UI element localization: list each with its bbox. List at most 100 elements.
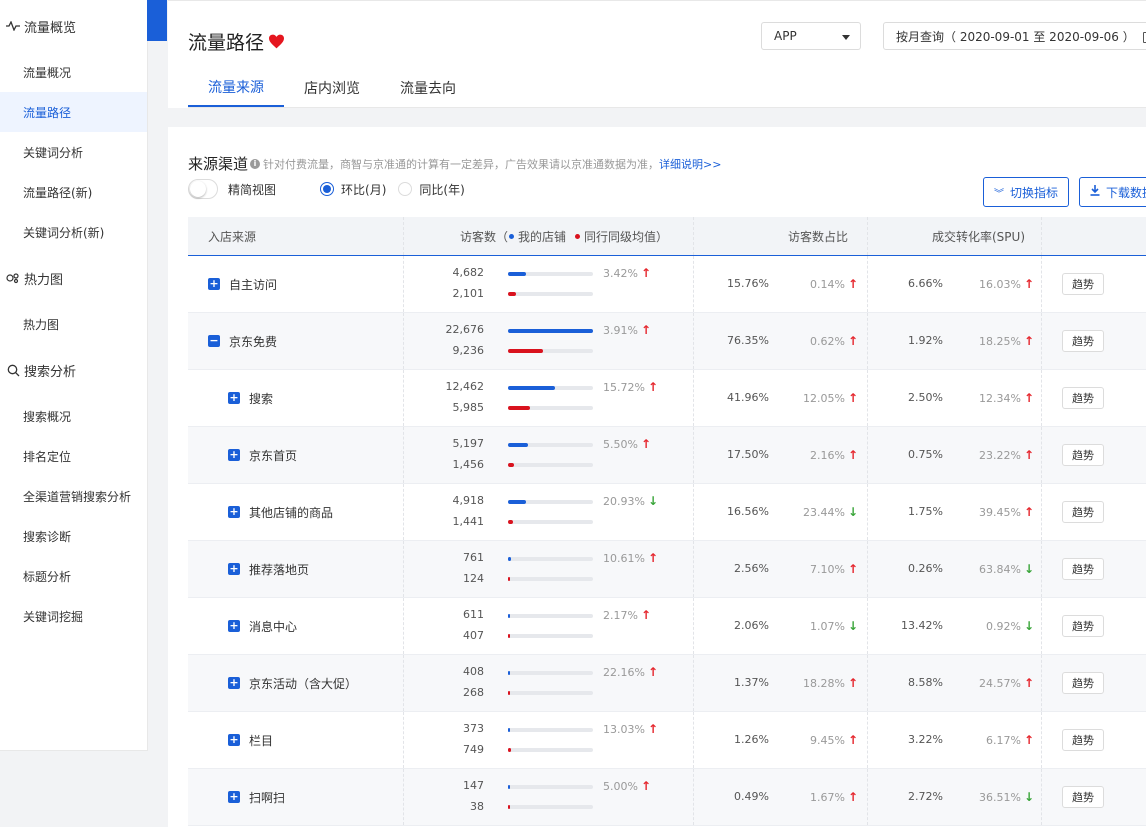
switch-metrics-label: 切换指标 <box>1010 185 1059 200</box>
sidebar-item[interactable]: 流量概况 <box>0 52 147 92</box>
visitor-change-value: 13.03% <box>603 722 645 736</box>
trend-button[interactable]: 趋势 <box>1062 330 1104 352</box>
arrow-down-icon: ↓ <box>1023 562 1034 576</box>
sidebar-collapse-handle[interactable] <box>147 0 167 41</box>
sidebar-item[interactable]: 搜索诊断 <box>0 516 147 556</box>
sidebar-item[interactable]: 排名定位 <box>0 436 147 476</box>
expand-plus-icon[interactable]: + <box>208 278 220 290</box>
peer-avg-bar <box>508 463 593 467</box>
expand-plus-icon[interactable]: + <box>228 620 240 632</box>
trend-button[interactable]: 趋势 <box>1062 615 1104 637</box>
my-shop-dot <box>509 233 515 239</box>
trend-button[interactable]: 趋势 <box>1062 558 1104 580</box>
visitor-change: 3.91% ↑ <box>603 323 651 337</box>
expand-plus-icon[interactable]: + <box>228 449 240 461</box>
conversion-rate: 8.58% <box>908 676 943 689</box>
collapse-minus-icon[interactable]: − <box>208 335 220 347</box>
share-change: 9.45% ↑ <box>788 733 858 747</box>
share-change-value: 1.67% <box>809 790 845 804</box>
sidebar-item[interactable]: 搜索概况 <box>0 396 147 436</box>
sidebar-item[interactable]: 关键词挖掘 <box>0 596 147 636</box>
my-shop-bar <box>508 386 593 390</box>
col-divider <box>693 484 694 540</box>
my-shop-visitors: 373 <box>463 722 484 735</box>
tab-1[interactable]: 店内浏览 <box>284 69 380 107</box>
conversion-change-value: 6.17% <box>985 733 1021 747</box>
detail-link[interactable]: 详细说明>> <box>659 156 721 172</box>
conversion-rate: 2.72% <box>908 790 943 803</box>
row-source: + 消息中心 <box>228 598 297 654</box>
my-shop-bar-fill <box>508 785 510 789</box>
download-icon <box>1090 185 1100 199</box>
sidebar-item[interactable]: 标题分析 <box>0 556 147 596</box>
yoy-radio[interactable] <box>398 182 413 196</box>
my-shop-visitors: 147 <box>463 779 484 792</box>
switch-metrics-button[interactable]: ︾ 切换指标 <box>983 177 1070 207</box>
tab-0[interactable]: 流量来源 <box>188 69 284 107</box>
sidebar-group-2[interactable]: 搜索分析 <box>0 344 147 396</box>
tab-2[interactable]: 流量去向 <box>380 69 476 107</box>
conversion-change: 16.03% ↑ <box>959 277 1034 291</box>
date-range-picker[interactable]: 按月查询（ 2020-09-01 至 2020-09-06 ） <box>883 22 1146 50</box>
expand-plus-icon[interactable]: + <box>228 506 240 518</box>
arrow-up-icon: ↑ <box>640 437 652 451</box>
header-conversion: 成交转化率(SPU) <box>932 229 1026 244</box>
sidebar-item[interactable]: 关键词分析 <box>0 132 147 172</box>
sidebar-item[interactable]: 关键词分析(新) <box>0 212 147 252</box>
sidebar-group-title: 搜索分析 <box>24 364 77 380</box>
row-source: + 搜索 <box>228 370 273 426</box>
table-row: + 自主访问 4,682 2,101 3.42% ↑ 15.76% 0.14% ↑ 6.66% 16… <box>188 256 1146 313</box>
sidebar-item[interactable]: 全渠道营销搜索分析 <box>0 476 147 516</box>
arrow-up-icon: ↑ <box>647 551 659 565</box>
trend-button[interactable]: 趋势 <box>1062 444 1104 466</box>
row-source-label: 自主访问 <box>229 277 278 292</box>
trend-button[interactable]: 趋势 <box>1062 786 1104 808</box>
col-divider <box>867 598 868 654</box>
peer-avg-bar-fill <box>508 805 510 809</box>
trend-button[interactable]: 趋势 <box>1062 501 1104 523</box>
simple-view-label: 精简视图 <box>228 182 277 197</box>
mom-radio[interactable] <box>320 182 335 196</box>
share-change-value: 2.16% <box>809 448 845 462</box>
sidebar-group-1[interactable]: 热力图 <box>0 252 147 304</box>
my-shop-visitors: 761 <box>463 551 484 564</box>
trend-button[interactable]: 趋势 <box>1062 387 1104 409</box>
platform-select[interactable]: APP <box>761 22 861 50</box>
expand-plus-icon[interactable]: + <box>228 734 240 746</box>
info-icon[interactable]: i <box>250 158 261 169</box>
sidebar-group-0[interactable]: 流量概览 <box>0 0 147 52</box>
expand-plus-icon[interactable]: + <box>228 392 240 404</box>
trend-button[interactable]: 趋势 <box>1062 729 1104 751</box>
my-shop-bar-fill <box>508 614 511 618</box>
col-divider <box>1041 712 1042 768</box>
expand-plus-icon[interactable]: + <box>228 563 240 575</box>
my-shop-bar <box>508 500 593 504</box>
col-divider <box>1041 427 1042 483</box>
trend-button[interactable]: 趋势 <box>1062 672 1104 694</box>
conversion-rate: 13.42% <box>901 619 943 632</box>
col-divider <box>693 598 694 654</box>
col-divider <box>867 769 868 825</box>
expand-plus-icon[interactable]: + <box>228 677 240 689</box>
col-divider <box>1041 598 1042 654</box>
peer-avg-bar-fill <box>508 406 531 410</box>
sidebar-item[interactable]: 热力图 <box>0 304 147 344</box>
my-shop-bar <box>508 329 593 333</box>
conversion-change: 63.84% ↓ <box>959 562 1034 576</box>
conversion-change-value: 18.25% <box>978 334 1021 348</box>
my-shop-bar <box>508 557 593 561</box>
conversion-change: 36.51% ↓ <box>959 790 1034 804</box>
visitor-share: 16.56% <box>727 505 769 518</box>
simple-view-toggle[interactable] <box>188 179 218 199</box>
table-row: + 京东首页 5,197 1,456 5.50% ↑ 17.50% 2.16% ↑ 0.75% 23… <box>188 427 1146 484</box>
sidebar-item[interactable]: 流量路径 <box>0 92 147 132</box>
arrow-up-icon: ↑ <box>1023 448 1034 462</box>
favorite-heart-icon[interactable] <box>268 34 285 49</box>
sidebar-item[interactable]: 流量路径(新) <box>0 172 147 212</box>
download-data-button[interactable]: 下载数据 <box>1079 177 1146 207</box>
trend-button[interactable]: 趋势 <box>1062 273 1104 295</box>
platform-select-value: APP <box>774 29 797 43</box>
table-row: + 栏目 373 749 13.03% ↑ 1.26% 9.45% ↑ 3.22% 6.17% ↑ 趋势 <box>188 712 1146 769</box>
expand-plus-icon[interactable]: + <box>228 791 240 803</box>
arrow-down-icon: ↓ <box>847 619 858 633</box>
